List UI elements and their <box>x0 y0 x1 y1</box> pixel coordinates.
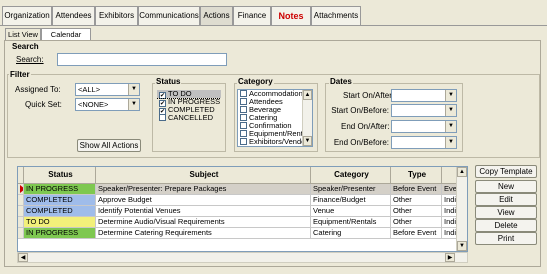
edit-button[interactable]: Edit <box>475 193 537 206</box>
chevron-down-icon[interactable]: ▼ <box>445 90 456 101</box>
checkbox-icon[interactable] <box>240 130 247 137</box>
delete-button[interactable]: Delete <box>475 219 537 232</box>
end-before-label: End On/Before: <box>333 138 389 147</box>
cell-type: Other <box>391 195 442 206</box>
table-row[interactable]: COMPLETED Approve Budget Finance/Budget Oth… <box>18 195 467 206</box>
table-row[interactable]: TO DO Determine Audio/Visual Requirements… <box>18 217 467 228</box>
chevron-down-icon[interactable]: ▼ <box>445 121 456 132</box>
tab-notes[interactable]: Notes <box>271 6 311 26</box>
scroll-down-icon[interactable]: ▼ <box>457 241 467 251</box>
tab-attendees[interactable]: Attendees <box>52 6 95 26</box>
quick-set-value: <NONE> <box>78 100 109 109</box>
search-input[interactable] <box>57 53 227 66</box>
status-checklist: ✔ TO DO ✔ IN PROGRESS ✔ COMPLETED CANCELLED <box>157 90 221 126</box>
filter-heading-overlay: Filter <box>9 70 31 79</box>
category-heading: Category <box>237 77 274 86</box>
end-after-label: End On/After: <box>341 122 390 131</box>
tab-exhibitors[interactable]: Exhibitors <box>95 6 138 26</box>
start-before-label: Start On/Before: <box>331 106 389 115</box>
checkbox-icon[interactable] <box>240 138 247 145</box>
print-button[interactable]: Print <box>475 232 537 245</box>
cell-subject: Speaker/Presenter: Prepare Packages <box>96 184 311 195</box>
cell-status: IN PROGRESS <box>24 228 96 239</box>
status-heading: Status <box>155 77 182 86</box>
table-row[interactable]: COMPLETED Identify Potential Venues Venue O… <box>18 206 467 217</box>
checkbox-icon[interactable] <box>159 114 166 121</box>
tab-communications[interactable]: Communications <box>138 6 200 26</box>
end-before-select[interactable]: ▼ <box>391 136 457 149</box>
cell-category: Finance/Budget <box>311 195 391 206</box>
scroll-right-icon[interactable]: ▶ <box>445 253 455 262</box>
show-all-actions-button[interactable]: Show All Actions <box>77 139 141 152</box>
cell-status: TO DO <box>24 217 96 228</box>
actions-window: Organization Attendees Exhibitors Commun… <box>0 0 547 274</box>
cell-category: Venue <box>311 206 391 217</box>
cell-subject: Determine Catering Requirements <box>96 228 311 239</box>
category-checklist[interactable]: Accommodation Attendees Beverage Caterin… <box>237 89 313 147</box>
cell-category: Catering <box>311 228 391 239</box>
table-row[interactable]: IN PROGRESS Determine Catering Requiremen… <box>18 228 467 239</box>
assigned-to-select[interactable]: <ALL> ▼ <box>75 83 140 96</box>
copy-template-button[interactable]: Copy Template <box>475 165 537 178</box>
checkbox-icon[interactable] <box>240 90 247 97</box>
start-after-label: Start On/After: <box>343 91 395 100</box>
tab-actions[interactable]: Actions <box>200 6 233 26</box>
column-header-category[interactable]: Category <box>311 167 391 184</box>
chevron-down-icon[interactable]: ▼ <box>445 137 456 148</box>
column-header-subject[interactable]: Subject <box>96 167 311 184</box>
scroll-up-icon[interactable]: ▲ <box>303 90 312 100</box>
end-after-select[interactable]: ▼ <box>391 120 457 133</box>
cell-category: Speaker/Presenter <box>311 184 391 195</box>
scroll-left-icon[interactable]: ◀ <box>18 253 28 262</box>
main-tab-bar: Organization Attendees Exhibitors Commun… <box>0 6 547 26</box>
cell-type: Before Event <box>391 184 442 195</box>
cell-category: Equipment/Rentals <box>311 217 391 228</box>
status-option-cancelled[interactable]: CANCELLED <box>157 114 221 122</box>
column-header-type[interactable]: Type <box>391 167 442 184</box>
cell-status: COMPLETED <box>24 206 96 217</box>
tab-divider <box>0 25 547 26</box>
cell-status: IN PROGRESS <box>24 184 96 195</box>
scroll-up-icon[interactable]: ▲ <box>457 167 467 177</box>
cell-subject: Approve Budget <box>96 195 311 206</box>
grid-horizontal-scrollbar[interactable]: ◀ ▶ <box>17 252 468 263</box>
actions-grid[interactable]: Status Subject Category Type IN PROGRESS… <box>17 166 468 252</box>
new-button[interactable]: New <box>475 180 537 193</box>
chevron-down-icon[interactable]: ▼ <box>445 105 456 116</box>
cell-type: Before Event <box>391 228 442 239</box>
column-header-status[interactable]: Status <box>24 167 96 184</box>
category-option[interactable]: Exhibitors/Vendors <box>238 138 312 146</box>
quick-set-select[interactable]: <NONE> ▼ <box>75 98 140 111</box>
tab-attachments[interactable]: Attachments <box>311 6 361 26</box>
cell-subject: Identify Potential Venues <box>96 206 311 217</box>
status-option-label: CANCELLED <box>168 113 214 122</box>
start-before-select[interactable]: ▼ <box>391 104 457 117</box>
cell-type: Other <box>391 206 442 217</box>
scroll-down-icon[interactable]: ▼ <box>303 136 312 146</box>
quick-set-label: Quick Set: <box>25 100 62 109</box>
checkbox-icon[interactable] <box>240 114 247 121</box>
tab-organization[interactable]: Organization <box>2 6 52 26</box>
start-after-select[interactable]: ▼ <box>391 89 457 102</box>
chevron-down-icon[interactable]: ▼ <box>128 84 139 95</box>
tab-finance[interactable]: Finance <box>233 6 271 26</box>
checkbox-icon[interactable] <box>240 98 247 105</box>
grid-header-row: Status Subject Category Type <box>18 167 467 184</box>
assigned-to-label: Assigned To: <box>15 85 61 94</box>
assigned-to-value: <ALL> <box>78 85 101 94</box>
grid-vertical-scrollbar[interactable]: ▲ ▼ <box>456 167 467 251</box>
search-label: Search: <box>16 55 44 64</box>
cell-type: Other <box>391 217 442 228</box>
cell-subject: Determine Audio/Visual Requirements <box>96 217 311 228</box>
dates-heading: Dates <box>329 77 353 86</box>
category-scrollbar[interactable]: ▲ ▼ <box>302 90 312 146</box>
search-heading: Search <box>12 42 39 51</box>
table-row[interactable]: IN PROGRESS Speaker/Presenter: Prepare Pa… <box>18 184 467 195</box>
chevron-down-icon[interactable]: ▼ <box>128 99 139 110</box>
cell-status: COMPLETED <box>24 195 96 206</box>
view-button[interactable]: View <box>475 206 537 219</box>
checkbox-icon[interactable] <box>240 106 247 113</box>
checkbox-icon[interactable] <box>240 122 247 129</box>
